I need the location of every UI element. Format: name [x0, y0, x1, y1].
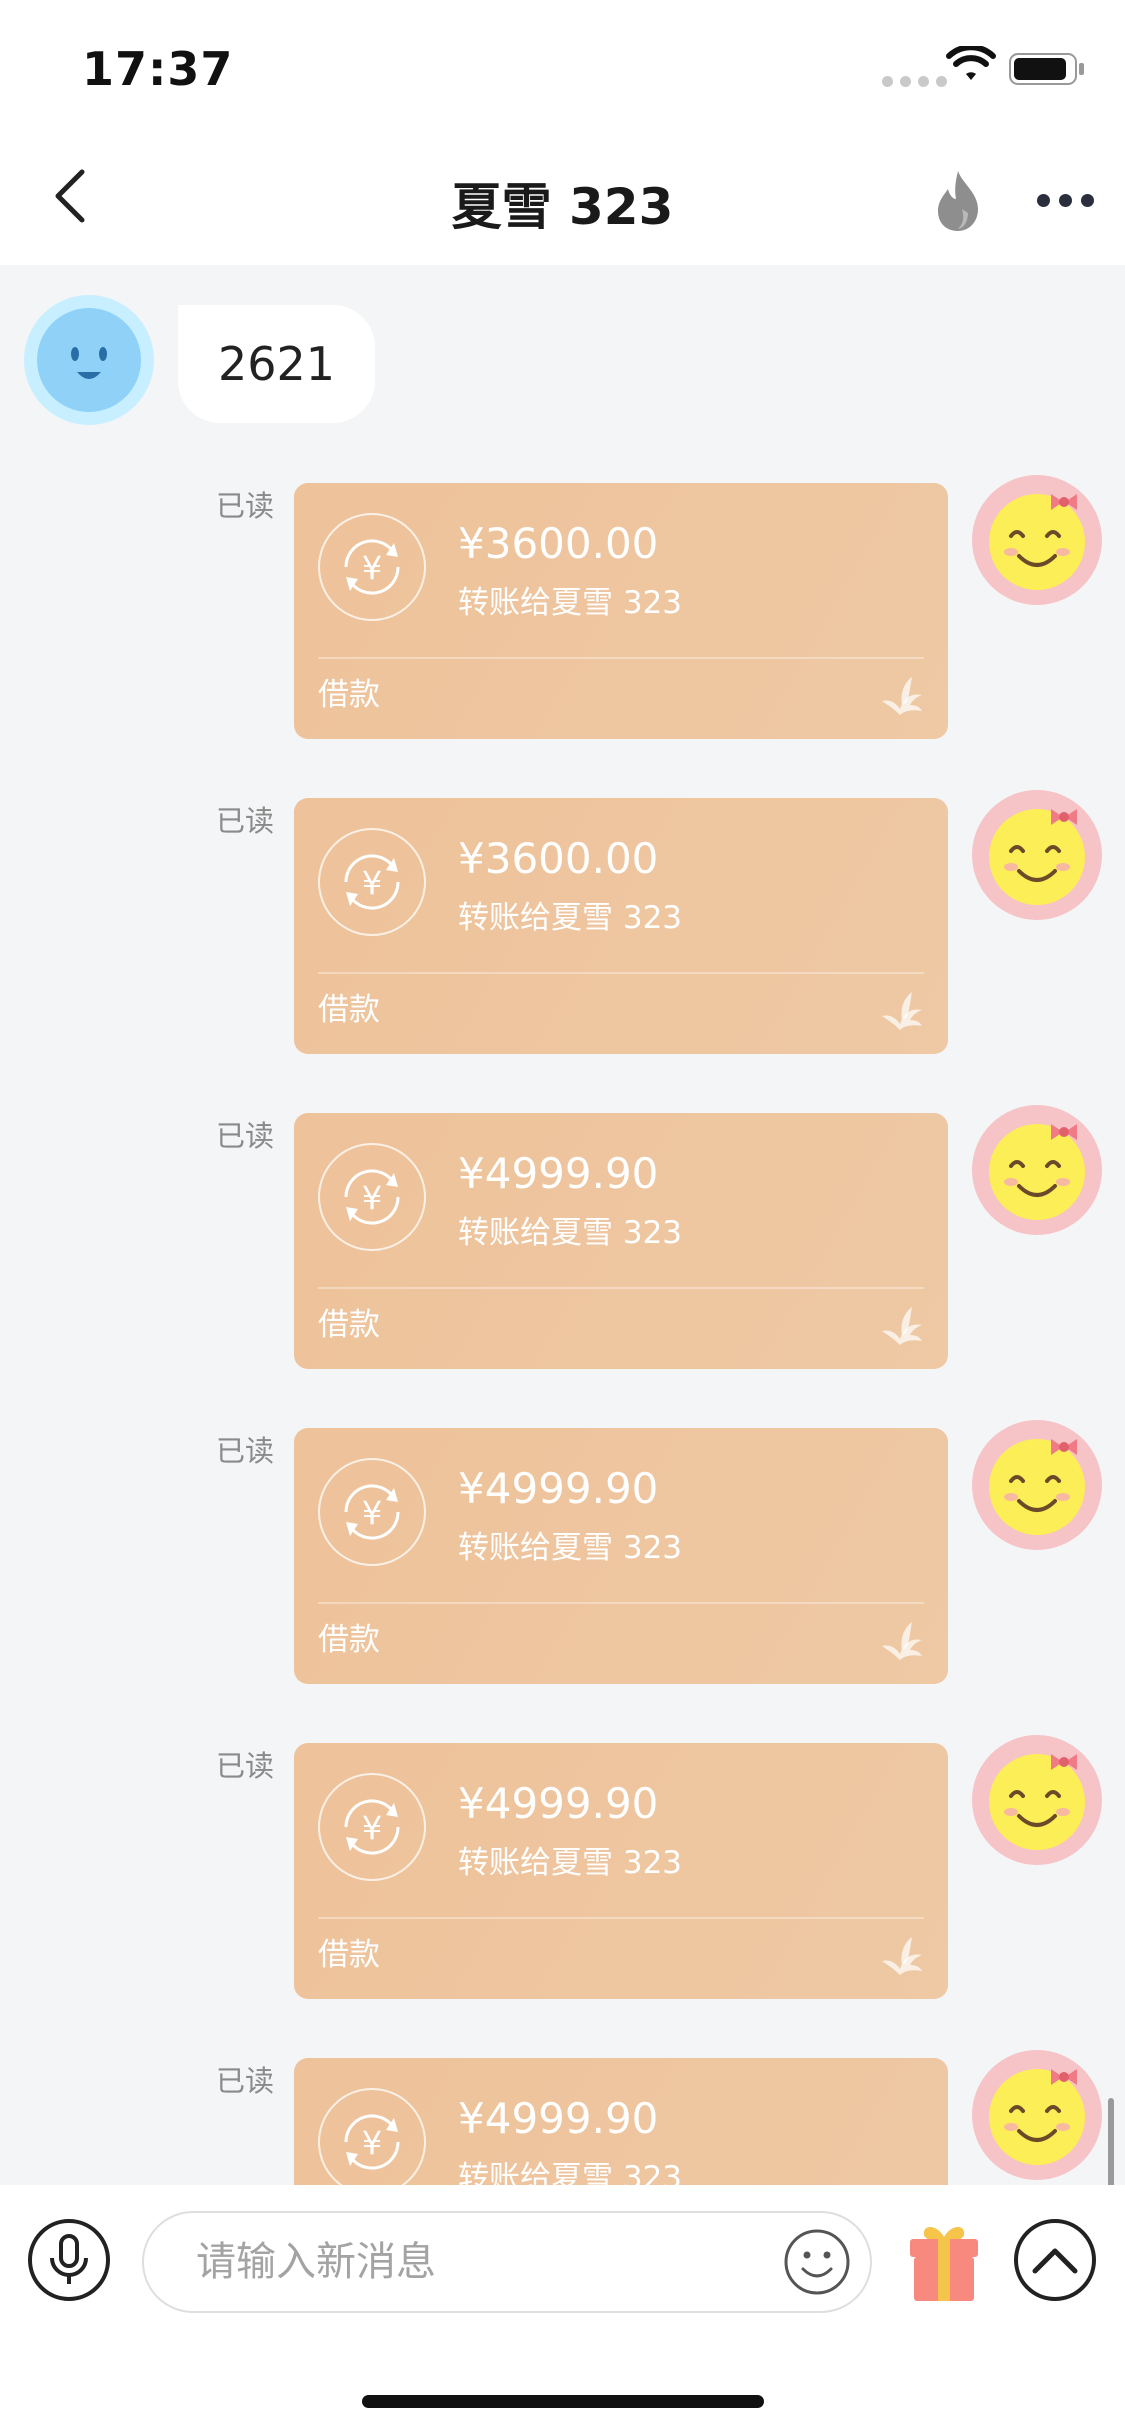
transfer-message: 已读 ¥ ¥4999.90 转账给夏雪 323 借款: [0, 2050, 1125, 2185]
my-avatar[interactable]: [972, 1420, 1102, 1550]
dove-icon: [882, 677, 922, 715]
transfer-note: 借款: [318, 1307, 380, 1343]
yuan-exchange-icon: ¥: [318, 2088, 426, 2185]
cellular-signal-icon: [882, 76, 947, 87]
read-status: 已读: [216, 804, 275, 838]
transfer-note: 借款: [318, 1622, 380, 1658]
transfer-message: 已读 ¥ ¥4999.90 转账给夏雪 323 借款: [0, 1420, 1125, 1684]
gift-icon[interactable]: [906, 2219, 982, 2303]
card-divider: [318, 1917, 924, 1919]
transfer-recipient: 转账给夏雪 323: [458, 1215, 683, 1251]
card-divider: [318, 972, 924, 974]
smiley-icon[interactable]: [782, 2227, 852, 2297]
read-status: 已读: [216, 1434, 275, 1468]
read-status: 已读: [216, 2064, 275, 2098]
transfer-note: 借款: [318, 677, 380, 713]
wifi-icon: [946, 46, 996, 80]
transfer-card[interactable]: ¥ ¥3600.00 转账给夏雪 323 借款: [294, 483, 948, 739]
svg-text:¥: ¥: [362, 1179, 382, 1217]
status-bar: 17:37: [0, 0, 1125, 135]
more-options-button[interactable]: [1030, 185, 1100, 215]
transfer-amount: ¥4999.90: [458, 2094, 659, 2143]
my-avatar[interactable]: [972, 1735, 1102, 1865]
transfer-recipient: 转账给夏雪 323: [458, 1530, 683, 1566]
transfer-note: 借款: [318, 992, 380, 1028]
dove-icon: [882, 1307, 922, 1345]
home-indicator[interactable]: [362, 2395, 764, 2408]
svg-text:¥: ¥: [362, 549, 382, 587]
transfer-recipient: 转账给夏雪 323: [458, 1845, 683, 1881]
transfer-recipient: 转账给夏雪 323: [458, 900, 683, 936]
transfer-recipient: 转账给夏雪 323: [458, 585, 683, 621]
battery-icon: [1009, 53, 1084, 85]
dove-icon: [882, 1622, 922, 1660]
microphone-icon: [50, 2234, 88, 2284]
svg-text:¥: ¥: [362, 864, 382, 902]
transfer-amount: ¥3600.00: [458, 834, 659, 883]
transfer-message: 已读 ¥ ¥4999.90 转账给夏雪 323 借款: [0, 1105, 1125, 1369]
transfer-recipient: 转账给夏雪 323: [458, 2160, 683, 2185]
svg-text:¥: ¥: [362, 1494, 382, 1532]
card-divider: [318, 1602, 924, 1604]
transfer-amount: ¥4999.90: [458, 1779, 659, 1828]
read-status: 已读: [216, 489, 275, 523]
chevron-up-icon: [1032, 2248, 1078, 2274]
svg-text:¥: ¥: [362, 1809, 382, 1847]
face-icon: [71, 347, 107, 379]
flame-icon[interactable]: [928, 169, 988, 233]
card-divider: [318, 1287, 924, 1289]
dove-icon: [882, 1937, 922, 1975]
transfer-note: 借款: [318, 1937, 380, 1973]
transfer-message: 已读 ¥ ¥3600.00 转账给夏雪 323 借款: [0, 790, 1125, 1054]
my-avatar[interactable]: [972, 1105, 1102, 1235]
transfer-message: 已读 ¥ ¥3600.00 转账给夏雪 323 借款: [0, 475, 1125, 739]
incoming-message-bubble[interactable]: 2621: [178, 305, 376, 423]
scrollbar[interactable]: [1108, 2098, 1114, 2185]
yuan-exchange-icon: ¥: [318, 1458, 426, 1566]
status-time: 17:37: [82, 42, 234, 96]
read-status: 已读: [216, 1119, 275, 1153]
nav-bar: 夏雪 323: [0, 135, 1125, 265]
transfer-card[interactable]: ¥ ¥4999.90 转账给夏雪 323 借款: [294, 1743, 948, 1999]
transfer-card[interactable]: ¥ ¥4999.90 转账给夏雪 323 借款: [294, 2058, 948, 2185]
transfer-message: 已读 ¥ ¥4999.90 转账给夏雪 323 借款: [0, 1735, 1125, 1999]
transfer-amount: ¥3600.00: [458, 519, 659, 568]
chat-messages[interactable]: 2621 已读 ¥ ¥3600.00 转账给夏雪 323 借款 已读 ¥ ¥36…: [0, 265, 1125, 2185]
svg-text:¥: ¥: [362, 2124, 382, 2162]
my-avatar[interactable]: [972, 790, 1102, 920]
dove-icon: [882, 992, 922, 1030]
transfer-card[interactable]: ¥ ¥4999.90 转账给夏雪 323 借款: [294, 1113, 948, 1369]
message-input[interactable]: [142, 2211, 872, 2313]
yuan-exchange-icon: ¥: [318, 513, 426, 621]
my-avatar[interactable]: [972, 475, 1102, 605]
transfer-card[interactable]: ¥ ¥4999.90 转账给夏雪 323 借款: [294, 1428, 948, 1684]
transfer-amount: ¥4999.90: [458, 1149, 659, 1198]
transfer-amount: ¥4999.90: [458, 1464, 659, 1513]
read-status: 已读: [216, 1749, 275, 1783]
yuan-exchange-icon: ¥: [318, 1143, 426, 1251]
yuan-exchange-icon: ¥: [318, 1773, 426, 1881]
card-divider: [318, 657, 924, 659]
voice-button[interactable]: [28, 2219, 110, 2301]
yuan-exchange-icon: ¥: [318, 828, 426, 936]
expand-button[interactable]: [1014, 2219, 1096, 2301]
my-avatar[interactable]: [972, 2050, 1102, 2180]
more-dots-icon: [1036, 193, 1050, 207]
transfer-card[interactable]: ¥ ¥3600.00 转账给夏雪 323 借款: [294, 798, 948, 1054]
contact-avatar[interactable]: [24, 295, 154, 425]
